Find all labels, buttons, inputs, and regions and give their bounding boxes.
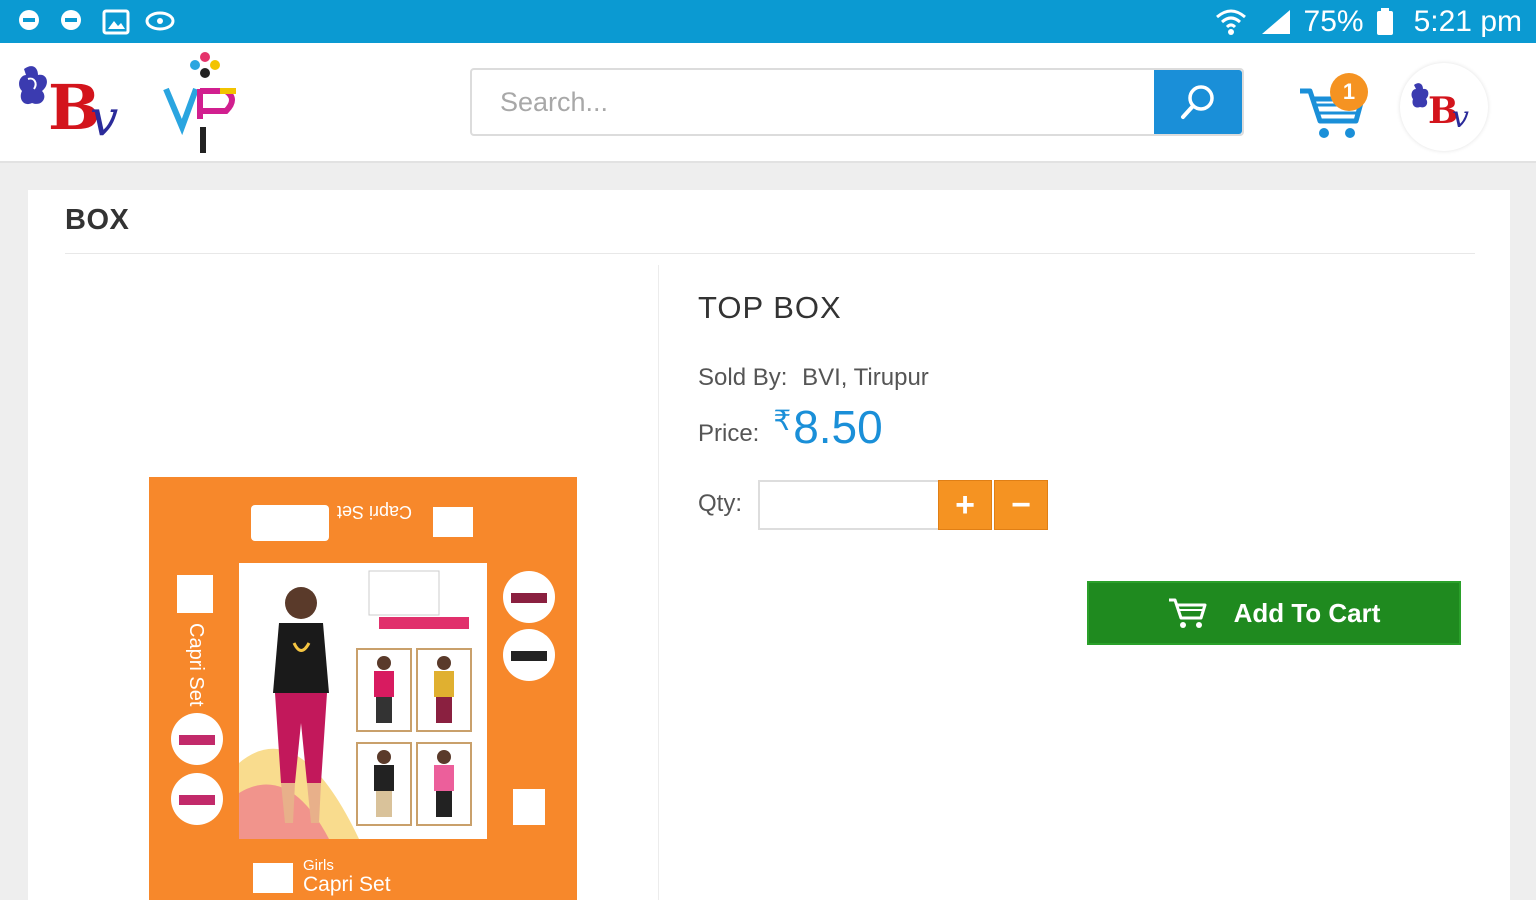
price-row: Price: ₹ 8.50 <box>698 400 883 454</box>
sync-icon <box>145 11 175 31</box>
notification-icon <box>19 10 39 30</box>
quantity-input[interactable] <box>758 480 940 530</box>
box-bottom-title: Capri Set <box>303 873 391 896</box>
box-circle <box>503 629 555 681</box>
bv-logo[interactable]: B v <box>18 61 133 141</box>
qty-decrement-button[interactable]: − <box>994 480 1048 530</box>
box-badge <box>513 789 545 825</box>
box-badge <box>177 575 213 613</box>
cart-icon <box>1168 598 1207 628</box>
status-bar: 75% 5:21 pm <box>0 0 1536 43</box>
bv-logo-avatar: B v <box>1411 83 1469 135</box>
models-illustration <box>239 570 472 839</box>
add-to-cart-label: Add To Cart <box>1233 597 1381 628</box>
sold-by-label: Sold By: <box>698 364 788 391</box>
box-circle <box>171 713 223 765</box>
notification-icon <box>61 10 81 30</box>
gallery-icon <box>102 9 130 35</box>
box-side-text: Capri Set <box>185 623 207 707</box>
signal-icon <box>1261 9 1290 34</box>
product-card: BOX Capri Set Capri Set Girls Capri Set … <box>28 190 1510 900</box>
sold-by-value: BVI, Tirupur <box>802 364 929 391</box>
currency-symbol: ₹ <box>773 405 792 436</box>
box-label <box>251 505 329 541</box>
box-circle <box>171 773 223 825</box>
battery-icon <box>1376 7 1393 35</box>
box-badge <box>253 863 293 893</box>
box-front-panel <box>239 563 487 839</box>
qty-label: Qty: <box>698 490 743 517</box>
box-top-text: Capri Set <box>337 502 413 522</box>
category-title: BOX <box>65 204 130 236</box>
cart-button[interactable]: 1 <box>1298 73 1378 143</box>
column-divider <box>658 265 659 900</box>
divider <box>65 253 1475 254</box>
price-value: 8.50 <box>793 401 883 453</box>
battery-percent: 75% <box>1303 4 1364 38</box>
cart-count-badge: 1 <box>1330 73 1368 111</box>
status-right: 75% 5:21 pm <box>1214 0 1522 43</box>
qty-increment-button[interactable]: + <box>938 480 992 530</box>
box-badge <box>433 507 473 537</box>
sold-by: Sold By: BVI, Tirupur <box>698 364 929 392</box>
add-to-cart-button[interactable]: Add To Cart <box>1087 581 1461 645</box>
box-bottom-subtitle: Girls <box>303 857 334 874</box>
search-button[interactable] <box>1154 70 1242 134</box>
app-header: B v 1 B v <box>0 43 1536 163</box>
clock: 5:21 pm <box>1413 4 1522 38</box>
box-circle <box>503 571 555 623</box>
search-icon <box>1181 85 1214 119</box>
svg-text:v: v <box>90 89 118 141</box>
price-label: Price: <box>698 420 760 447</box>
product-title: TOP BOX <box>698 290 842 325</box>
product-image: Capri Set Capri Set Girls Capri Set <box>149 477 577 900</box>
search-input[interactable] <box>472 70 1156 134</box>
product-image-panel[interactable]: Capri Set Capri Set Girls Capri Set <box>43 285 655 900</box>
profile-avatar[interactable]: B v <box>1400 63 1488 151</box>
wifi-icon <box>1215 9 1246 35</box>
search-bar <box>470 68 1244 136</box>
svg-text:v: v <box>1452 100 1469 135</box>
vpi-logo[interactable] <box>160 49 250 157</box>
